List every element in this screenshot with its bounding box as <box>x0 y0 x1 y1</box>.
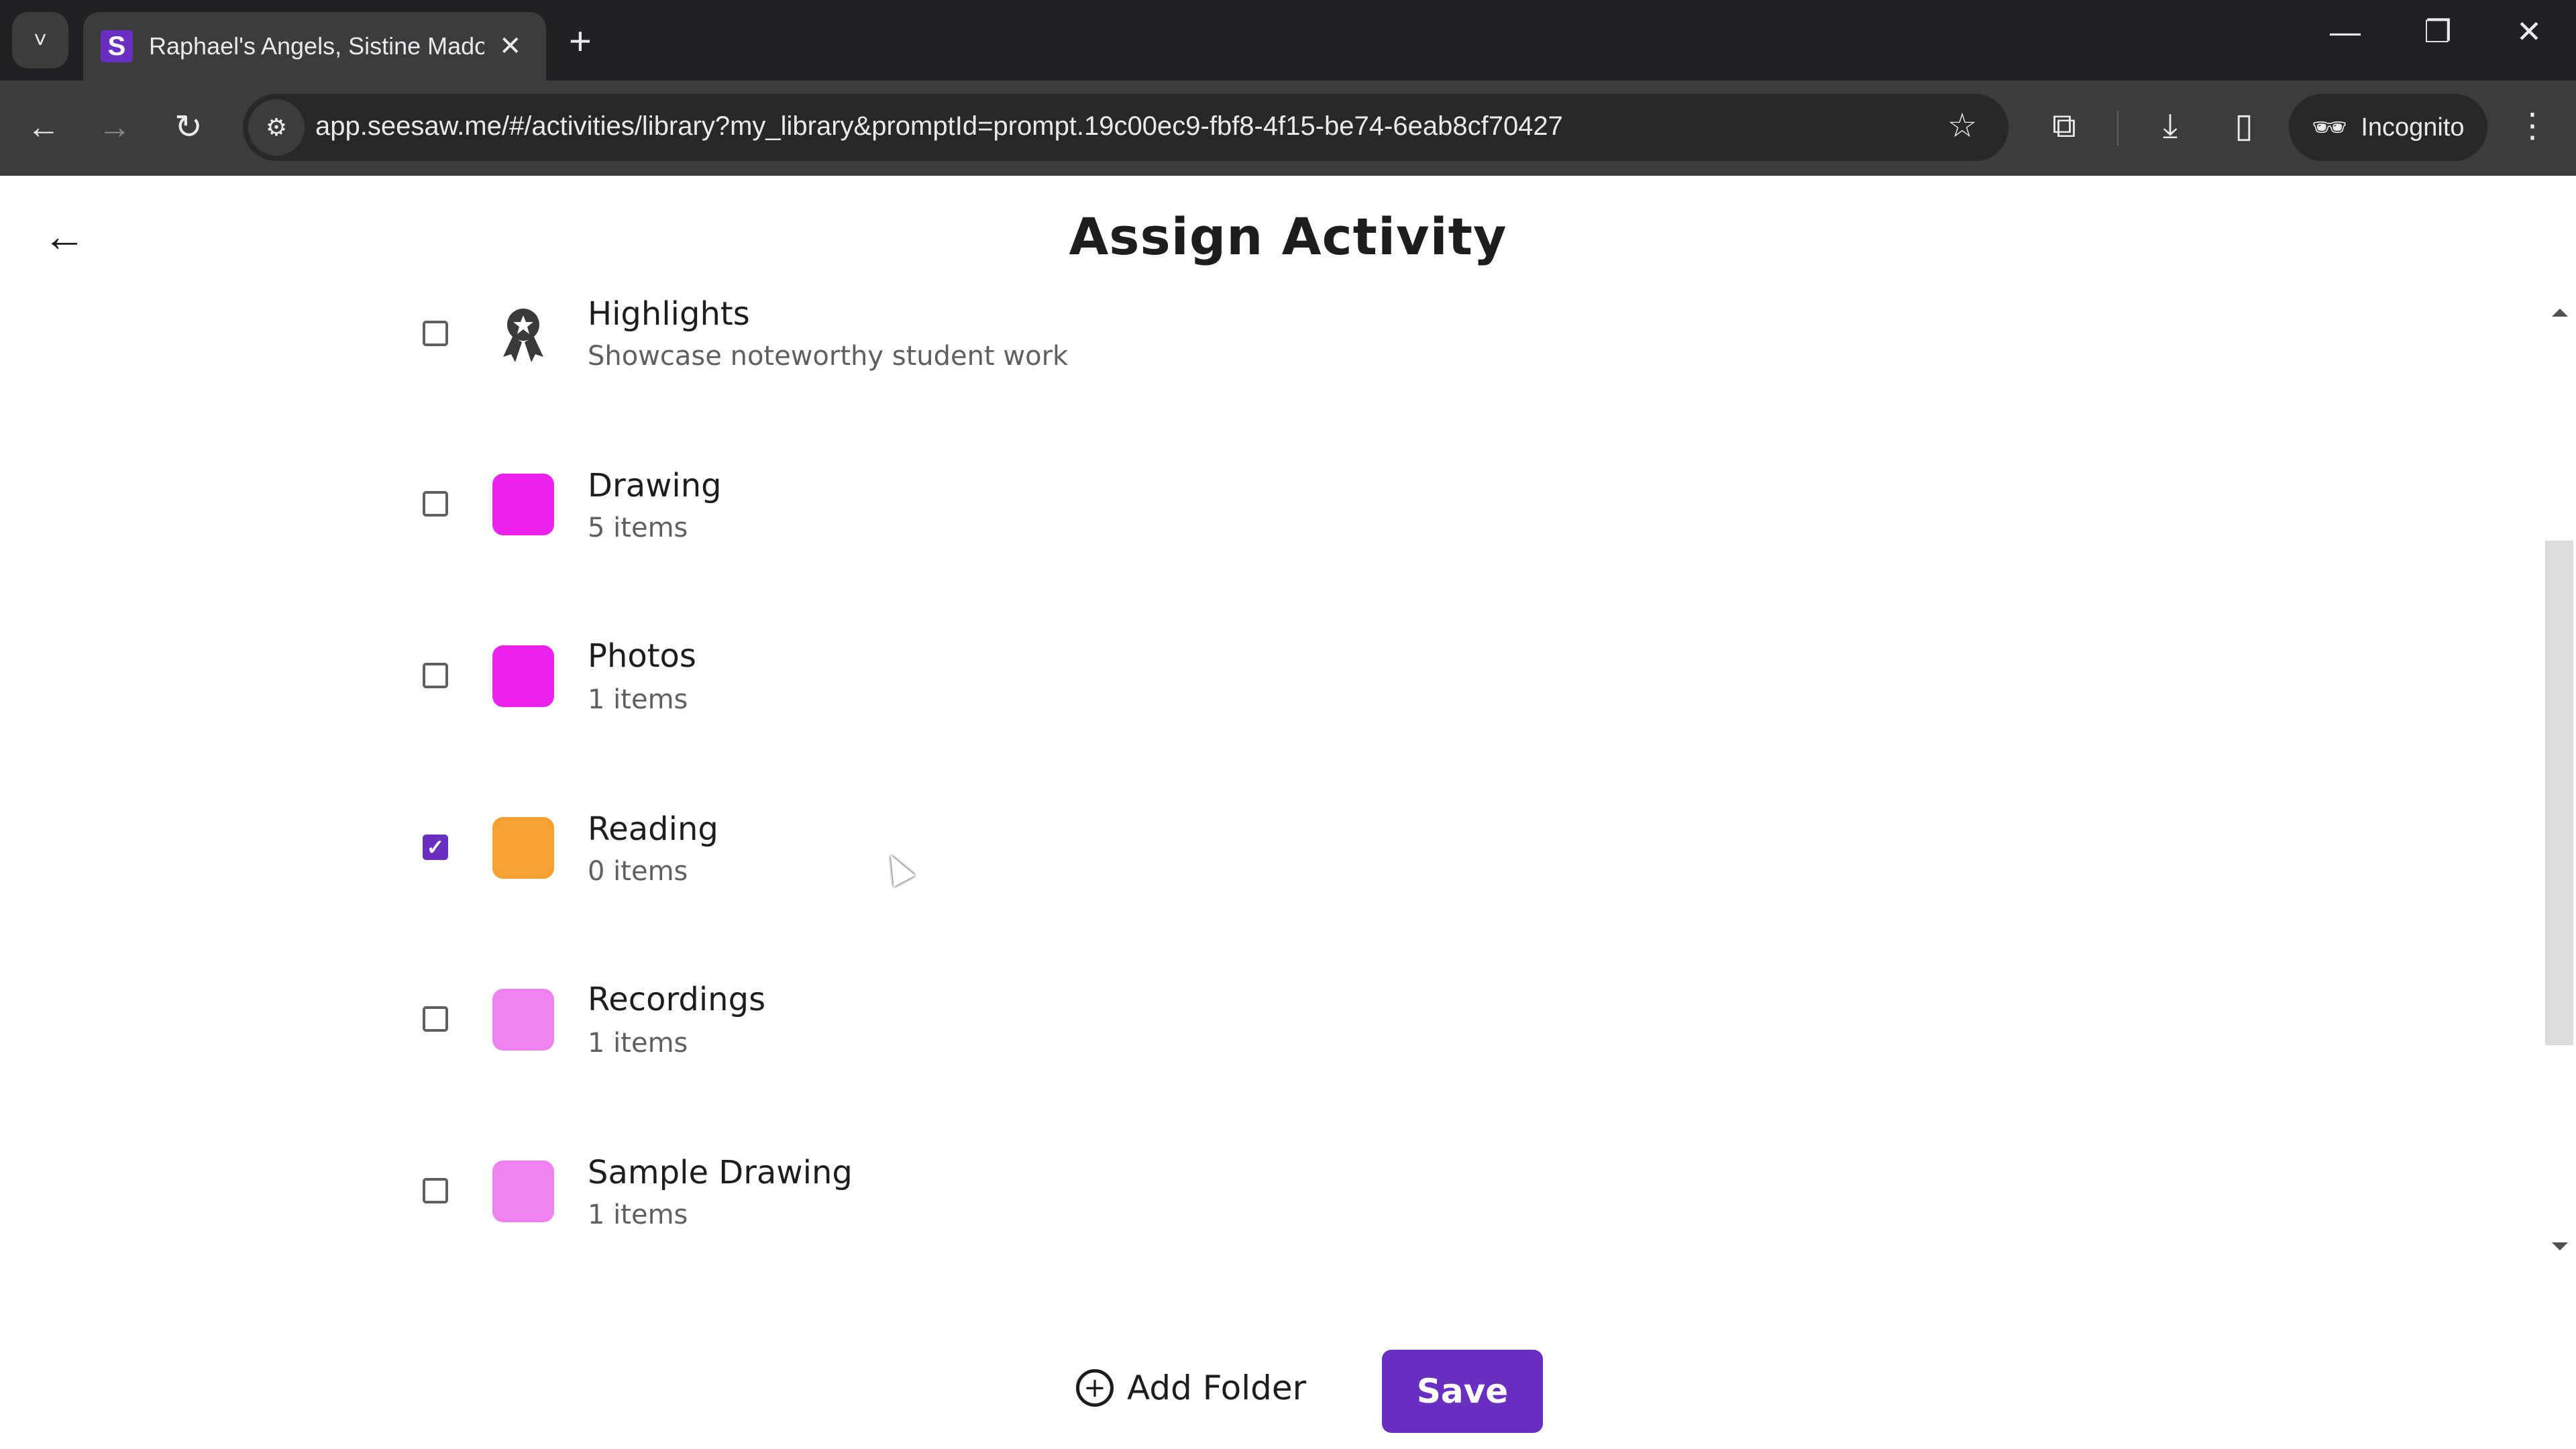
folder-row-recordings[interactable]: Recordings 1 items <box>0 969 2522 1103</box>
folder-name: Drawing <box>588 467 722 504</box>
scroll-up-arrow-icon[interactable] <box>2552 309 2568 317</box>
scroll-down-arrow-icon[interactable] <box>2552 1242 2568 1250</box>
incognito-label: Incognito <box>2361 113 2465 142</box>
folder-name: Highlights <box>588 295 750 333</box>
tab-title: Raphael's Angels, Sistine Madonna <box>149 32 484 60</box>
folder-name: Sample Drawing <box>588 1154 853 1191</box>
tab-search-button[interactable]: ˅ <box>12 12 68 68</box>
seesaw-favicon-icon: S <box>101 30 133 62</box>
folder-item-count: 1 items <box>588 1028 688 1059</box>
plus-circle-icon: + <box>1076 1369 1114 1407</box>
site-info-icon[interactable]: ⚙ <box>248 99 305 156</box>
folder-item-count: 1 items <box>588 684 688 715</box>
folder-row-sample-drawing[interactable]: Sample Drawing 1 items <box>0 1140 2522 1275</box>
folder-checkbox-checked[interactable]: ✓ <box>423 835 448 860</box>
bookmark-star-icon[interactable]: ☆ <box>1939 106 1986 145</box>
folder-color-swatch <box>492 817 554 879</box>
download-icon[interactable]: ⤓ <box>2147 106 2194 146</box>
save-button[interactable]: Save <box>1382 1350 1543 1433</box>
folder-row-reading[interactable]: ✓ Reading 0 items <box>0 797 2522 931</box>
restore-icon[interactable]: ❐ <box>2411 13 2465 50</box>
back-nav-icon[interactable]: ← <box>20 107 67 146</box>
close-window-icon[interactable]: ✕ <box>2502 13 2556 50</box>
reload-icon[interactable]: ↻ <box>165 107 212 146</box>
folder-checkbox[interactable] <box>423 1178 448 1203</box>
award-icon <box>503 309 543 362</box>
side-panel-icon[interactable]: ▯ <box>2220 106 2267 145</box>
folder-checkbox[interactable] <box>423 491 448 517</box>
add-folder-label: Add Folder <box>1127 1368 1307 1407</box>
folder-checkbox[interactable] <box>423 663 448 688</box>
page-title: Assign Activity <box>1069 207 1507 266</box>
folder-item-count: 0 items <box>588 856 688 887</box>
folder-name: Photos <box>588 637 696 675</box>
extensions-icon[interactable]: ⧉ <box>2041 106 2088 146</box>
folder-checkbox[interactable] <box>423 1006 448 1032</box>
minimize-icon[interactable]: — <box>2318 13 2372 50</box>
folder-subtitle: Showcase noteworthy student work <box>588 341 1069 372</box>
folder-color-swatch <box>492 645 554 707</box>
folder-item-count: 5 items <box>588 513 688 543</box>
chevron-down-icon: ˅ <box>34 27 47 53</box>
folder-name: Reading <box>588 810 718 848</box>
folder-color-swatch <box>492 989 554 1051</box>
folder-color-swatch <box>492 1161 554 1222</box>
toolbar-divider <box>2117 111 2118 146</box>
browser-menu-icon[interactable]: ⋮ <box>2509 106 2556 145</box>
browser-tab-active[interactable]: S Raphael's Angels, Sistine Madonna ✕ <box>83 12 546 80</box>
url-text[interactable]: app.seesaw.me/#/activities/library?my_li… <box>315 111 1563 142</box>
new-tab-button[interactable]: + <box>569 19 592 64</box>
incognito-icon: 🕶 <box>2312 111 2348 143</box>
close-tab-icon[interactable]: ✕ <box>499 31 522 62</box>
folder-name: Recordings <box>588 981 766 1018</box>
folder-row-highlights[interactable]: Highlights Showcase noteworthy student w… <box>0 282 2522 416</box>
folder-color-swatch <box>492 474 554 535</box>
add-folder-button[interactable]: + Add Folder <box>1076 1368 1306 1407</box>
incognito-indicator[interactable]: 🕶 Incognito <box>2289 94 2487 161</box>
folder-row-photos[interactable]: Photos 1 items <box>0 625 2522 759</box>
forward-nav-icon[interactable]: → <box>91 107 138 146</box>
scrollbar-thumb[interactable] <box>2545 541 2573 1045</box>
folder-item-count: 1 items <box>588 1199 688 1230</box>
folder-row-drawing[interactable]: Drawing 5 items <box>0 453 2522 588</box>
folder-checkbox[interactable] <box>423 321 448 346</box>
